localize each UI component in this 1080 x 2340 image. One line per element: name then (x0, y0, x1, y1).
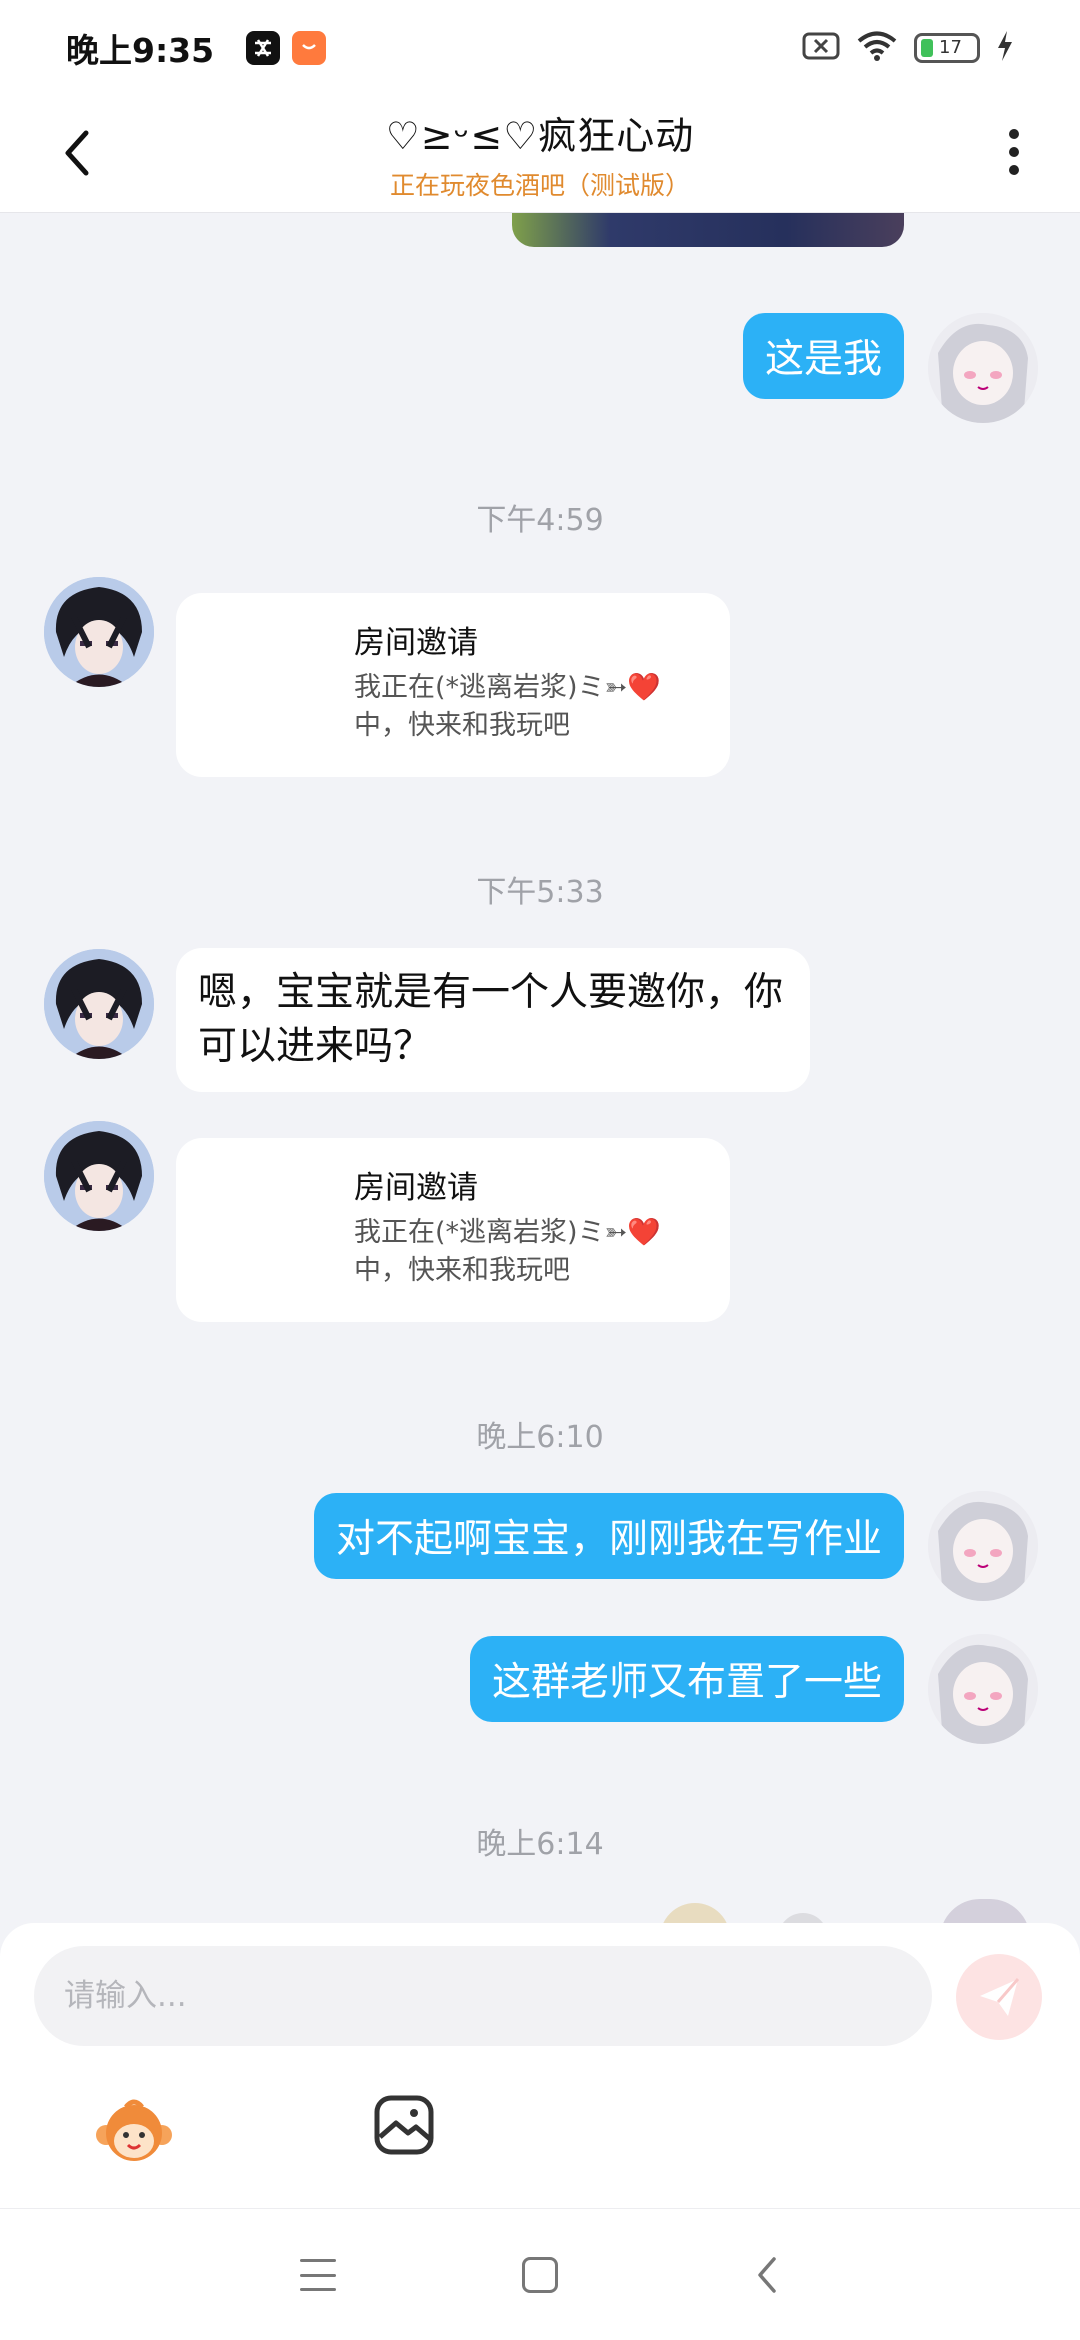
chevron-left-icon (758, 2257, 776, 2293)
contact-status[interactable]: 正在玩夜色酒吧（测试版） (386, 166, 695, 202)
my-avatar[interactable] (928, 1634, 1038, 1744)
more-options-button[interactable] (994, 117, 1034, 187)
system-back-button[interactable] (752, 2255, 782, 2295)
room-thumbnail (198, 619, 308, 729)
status-time: 晚上9:35 (66, 30, 215, 70)
timestamp: 晚上6:14 (476, 1827, 604, 1862)
back-button[interactable] (62, 123, 112, 183)
message-bubble-received[interactable]: 嗯，宝宝就是有一个人要邀你，你可以进来吗？ (176, 948, 810, 1092)
battery-indicator: 17 (914, 32, 980, 63)
image-message-partial[interactable] (778, 1913, 828, 1923)
input-panel (0, 1923, 1080, 2208)
header-center: ♡≥ᵕ≤♡疯狂心动 正在玩夜色酒吧（测试版） (386, 105, 695, 202)
friend-avatar[interactable] (44, 1121, 154, 1231)
status-icons: 17 (802, 30, 1014, 66)
home-button[interactable] (522, 2257, 558, 2293)
image-icon (374, 2095, 434, 2155)
more-dot (1009, 129, 1019, 139)
timestamp: 晚上6:10 (476, 1420, 604, 1455)
room-invite-card[interactable]: 房间邀请 我正在(*逃离岩浆)ミ➳❤️中，快来和我玩吧 (176, 593, 730, 777)
message-input[interactable] (34, 1946, 932, 2046)
invite-description: 我正在(*逃离岩浆)ミ➳❤️中，快来和我玩吧 (354, 672, 661, 741)
invite-title: 房间邀请 (354, 625, 478, 661)
invite-title: 房间邀请 (354, 1170, 478, 1206)
menu-line (300, 2288, 336, 2291)
my-avatar[interactable] (928, 313, 1038, 423)
timestamp: 下午5:33 (476, 875, 604, 910)
my-avatar-partial[interactable] (940, 1899, 1030, 1923)
contact-name: ♡≥ᵕ≤♡疯狂心动 (385, 114, 695, 158)
menu-line (300, 2273, 336, 2277)
timestamp: 下午4:59 (476, 503, 604, 538)
invite-description: 我正在(*逃离岩浆)ミ➳❤️中，快来和我玩吧 (354, 1217, 661, 1286)
status-bar: 晚上9:35 17 (0, 0, 1080, 95)
store-app-icon (292, 30, 327, 65)
monkey-emoji-icon (96, 2099, 172, 2161)
send-button[interactable] (956, 1954, 1042, 2040)
menu-line (300, 2259, 336, 2262)
recent-apps-button[interactable] (300, 2259, 336, 2291)
charging-icon (996, 30, 1014, 66)
no-sim-icon (802, 31, 840, 65)
my-avatar[interactable] (928, 1491, 1038, 1601)
more-dot (1009, 165, 1019, 175)
room-thumbnail (198, 1164, 308, 1274)
more-dot (1009, 147, 1019, 157)
message-bubble-sent[interactable]: 这是我 (742, 313, 904, 399)
system-nav-bar (0, 2208, 1080, 2340)
emoji-button[interactable] (94, 2091, 174, 2171)
wifi-icon (856, 30, 898, 66)
message-bubble-sent[interactable]: 这群老师又布置了一些 (469, 1636, 904, 1722)
battery-level: 17 (939, 37, 962, 58)
friend-avatar[interactable] (44, 949, 154, 1059)
battery-fill (921, 38, 933, 57)
room-invite-card[interactable]: 房间邀请 我正在(*逃离岩浆)ミ➳❤️中，快来和我玩吧 (176, 1138, 730, 1322)
message-list[interactable]: 这是我 下午4:59 房间邀请 我正在(*逃离岩浆)ミ➳❤️中，快来和我玩吧 下… (0, 213, 1080, 1923)
chevron-left-icon (65, 130, 89, 176)
capcut-app-icon (246, 30, 281, 65)
image-picker-button[interactable] (372, 2093, 436, 2157)
message-bubble-sent[interactable]: 对不起啊宝宝，刚刚我在写作业 (313, 1493, 904, 1579)
image-message[interactable] (512, 213, 904, 247)
chat-header: ♡≥ᵕ≤♡疯狂心动 正在玩夜色酒吧（测试版） (0, 95, 1080, 213)
friend-avatar[interactable] (44, 577, 154, 687)
paper-plane-icon (980, 1978, 1020, 2016)
image-message-partial[interactable] (660, 1903, 730, 1923)
